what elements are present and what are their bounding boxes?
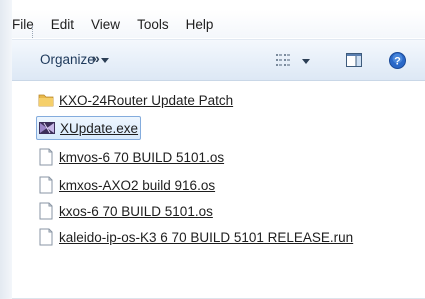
exe-app-icon [39, 122, 55, 134]
organize-label: Organize [40, 52, 95, 67]
file-name: kmxos-AXO2 build 916.os [59, 177, 216, 193]
menu-bar: File Edit View Tools Help [12, 10, 425, 40]
views-dropdown-chevron-icon[interactable] [302, 59, 310, 64]
file-icon [39, 148, 53, 166]
explorer-window: File Edit View Tools Help Organize » ? K… [0, 0, 425, 299]
menu-view[interactable]: View [91, 17, 120, 32]
preview-pane-icon[interactable] [346, 53, 362, 67]
file-icon [39, 176, 53, 194]
file-name: kmvos-6 70 BUILD 5101.os [59, 149, 225, 165]
list-item[interactable]: kmvos-6 70 BUILD 5101.os [37, 146, 224, 168]
svg-text:?: ? [394, 56, 401, 68]
file-name: KXO-24Router Update Patch [59, 92, 234, 108]
list-item[interactable]: kmxos-AXO2 build 916.os [37, 174, 215, 196]
command-bar: Organize » ? [12, 39, 425, 81]
file-name: kxos-6 70 BUILD 5101.os [59, 203, 213, 219]
menu-file[interactable]: File [12, 17, 34, 32]
menu-edit[interactable]: Edit [51, 17, 74, 32]
list-item-selected[interactable]: XUpdate.exe [36, 116, 142, 140]
file-name: XUpdate.exe [60, 120, 139, 136]
list-item[interactable]: kaleido-ip-os-K3 6 70 BUILD 5101 RELEASE… [37, 226, 353, 248]
more-commands-button[interactable]: » [92, 50, 100, 66]
list-item[interactable]: kxos-6 70 BUILD 5101.os [37, 200, 213, 222]
window-left-edge [0, 0, 12, 299]
folder-icon [38, 94, 54, 107]
file-name: kaleido-ip-os-K3 6 70 BUILD 5101 RELEASE… [59, 229, 354, 245]
menu-help[interactable]: Help [186, 17, 214, 32]
file-icon [39, 202, 53, 220]
list-item[interactable]: KXO-24Router Update Patch [37, 89, 233, 111]
file-icon [39, 228, 53, 246]
help-icon[interactable]: ? [389, 52, 406, 69]
menu-tools[interactable]: Tools [137, 17, 169, 32]
menu-grip [32, 26, 35, 40]
chevron-down-icon [100, 58, 109, 63]
views-grid-icon[interactable] [276, 54, 290, 66]
